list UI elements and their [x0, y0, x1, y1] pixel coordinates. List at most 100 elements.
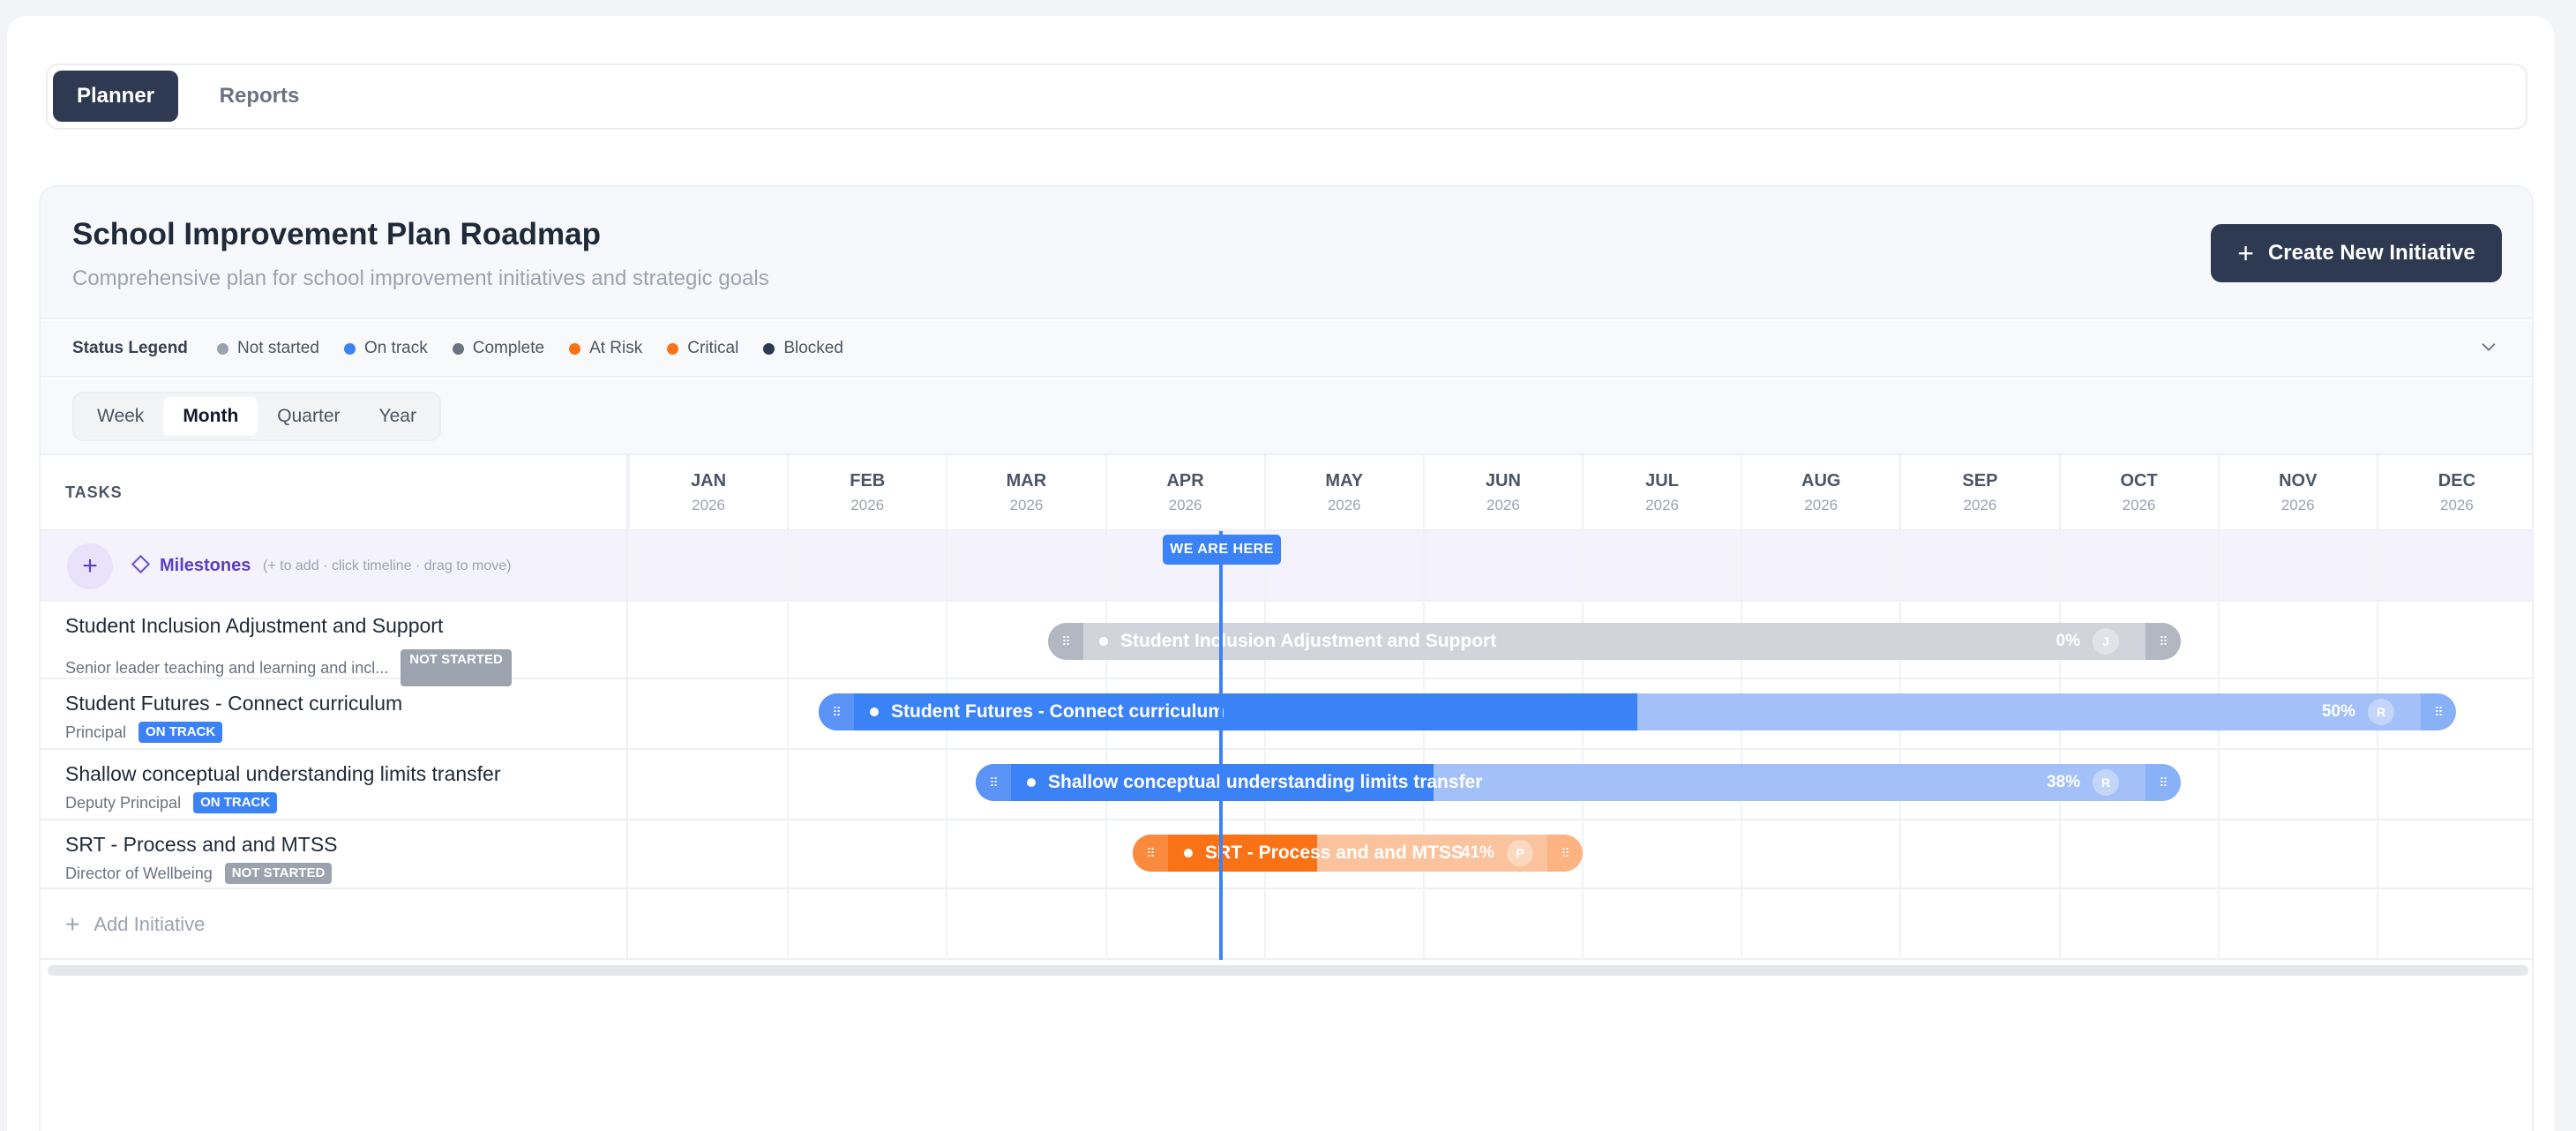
month-label: DEC [2437, 471, 2476, 491]
drag-handle-right[interactable]: ⠿ [2421, 693, 2456, 730]
bar-label: Shallow conceptual understanding limits … [1027, 772, 1482, 793]
tab-planner[interactable]: Planner [53, 71, 178, 122]
month-header: JAN 2026 FEB 2026 MAR 2026 APR 2026 MAY 2026 JUN 20… [628, 455, 2532, 531]
drag-handle-left[interactable]: ⠿ [976, 764, 1011, 801]
legend-item-on-track: On track [343, 339, 428, 358]
avatar: R [2093, 769, 2119, 796]
legend-label: Blocked [783, 339, 843, 357]
month-header-cell: JUN 2026 [1422, 455, 1582, 531]
drag-handle-right[interactable]: ⠿ [2145, 764, 2181, 801]
status-dot [763, 342, 775, 355]
year-label: 2026 [850, 497, 885, 513]
add-milestone-button[interactable]: + [67, 543, 113, 589]
avatar: J [2093, 628, 2119, 655]
drag-handle-right[interactable]: ⠿ [2145, 623, 2181, 660]
tab-bar: Planner Reports [46, 64, 2527, 130]
bar-progress: 41% P [1461, 840, 1534, 866]
month-label: JAN [691, 471, 727, 491]
month-label: FEB [850, 471, 886, 491]
zoom-quarter-button[interactable]: Quarter [258, 397, 359, 436]
zoom-month-button[interactable]: Month [163, 397, 258, 436]
bar-progress: 38% R [2047, 769, 2119, 796]
task-name: Student Futures - Connect curriculum [65, 692, 403, 715]
year-label: 2026 [692, 497, 725, 513]
year-label: 2026 [1327, 497, 1361, 513]
legend-label: Not started [237, 339, 319, 357]
month-header-cell: NOV 2026 [2217, 455, 2377, 531]
bar-progress: 50% R [2322, 699, 2394, 725]
month-gridline [1741, 531, 1743, 960]
legend-item-blocked: Blocked [763, 339, 843, 358]
status-dot [452, 342, 464, 355]
month-header-cell: SEP 2026 [1899, 455, 2058, 531]
status-badge: NOT STARTED [224, 863, 333, 884]
today-marker-line [1219, 531, 1223, 960]
drag-handle-left[interactable]: ⠿ [819, 693, 854, 730]
legend-label: Critical [687, 339, 739, 357]
add-initiative-button[interactable]: + Add Initiative [65, 910, 205, 939]
timeline-area[interactable]: ⠿ Student Inclusion Adjustment and Suppo… [628, 531, 2532, 960]
month-header-cell: DEC 2026 [2376, 455, 2532, 531]
task-name: Shallow conceptual understanding limits … [65, 762, 501, 785]
month-gridline [1899, 531, 1902, 960]
tasks-column-header: TASKS [41, 455, 628, 531]
milestones-hint: (+ to add · click timeline · drag to mov… [263, 558, 512, 573]
month-label: NOV [2279, 471, 2318, 491]
month-gridline [1582, 531, 1584, 960]
month-label: AUG [1801, 471, 1841, 491]
chevron-down-icon[interactable] [2479, 337, 2498, 356]
task-owner: Director of Wellbeing [65, 864, 213, 882]
legend-item-critical: Critical [667, 339, 738, 358]
page-title: School Improvement Plan Roadmap [72, 217, 601, 251]
zoom-week-button[interactable]: Week [78, 397, 163, 436]
create-initiative-button[interactable]: + Create New Initiative [2211, 224, 2502, 282]
add-initiative-label: Add Initiative [94, 913, 206, 935]
year-label: 2026 [2122, 497, 2156, 513]
page-subtitle: Comprehensive plan for school improvemen… [72, 266, 769, 290]
task-meta: Principal ON TRACK [65, 722, 223, 743]
month-gridline [2376, 531, 2378, 960]
milestones-label: Milestones [160, 556, 251, 575]
legend-items: Not started On track Complete At Risk Cr… [217, 339, 843, 358]
horizontal-scrollbar[interactable] [48, 965, 2528, 976]
roadmap-header: School Improvement Plan Roadmap Comprehe… [41, 187, 2532, 319]
month-gridline [1422, 531, 1425, 960]
month-gridline [946, 531, 948, 960]
status-dot [217, 342, 228, 355]
legend-item-at-risk: At Risk [569, 339, 642, 358]
bar-label: SRT - Process and and MTSS [1184, 843, 1464, 864]
month-header-cell: JUL 2026 [1582, 455, 1741, 531]
task-bar[interactable]: ⠿ Student Futures - Connect curriculum 5… [819, 693, 2456, 730]
year-label: 2026 [1486, 497, 1520, 513]
tab-reports[interactable]: Reports [202, 71, 317, 122]
month-header-cell: FEB 2026 [787, 455, 946, 531]
month-label: APR [1166, 471, 1204, 491]
drag-handle-right[interactable]: ⠿ [1547, 835, 1583, 872]
legend-label: At Risk [589, 339, 643, 357]
month-gridline [1263, 531, 1266, 960]
month-header-cell: MAY 2026 [1263, 455, 1423, 531]
month-header-cell: AUG 2026 [1741, 455, 1899, 531]
year-label: 2026 [2439, 497, 2474, 513]
month-label: JUN [1485, 471, 1521, 491]
drag-handle-left[interactable]: ⠿ [1048, 623, 1083, 660]
month-header-cell: APR 2026 [1105, 455, 1264, 531]
legend-item-complete: Complete [452, 339, 545, 358]
task-meta: Director of Wellbeing NOT STARTED [65, 863, 333, 884]
tasks-header-label: TASKS [65, 483, 123, 501]
roadmap-card: School Improvement Plan Roadmap Comprehe… [39, 185, 2534, 1131]
plus-icon: + [2237, 237, 2254, 269]
year-label: 2026 [2280, 497, 2315, 513]
task-bar[interactable]: ⠿ Student Inclusion Adjustment and Suppo… [1048, 623, 2181, 660]
month-label: OCT [2120, 471, 2158, 491]
task-bar[interactable]: ⠿ Shallow conceptual understanding limit… [976, 764, 2181, 801]
legend-label: Complete [472, 339, 545, 357]
legend-label: On track [363, 339, 428, 357]
task-bar[interactable]: ⠿ SRT - Process and and MTSS 41% P ⠿ [1133, 835, 1583, 872]
drag-handle-left[interactable]: ⠿ [1133, 835, 1168, 872]
avatar: P [1507, 840, 1534, 866]
gantt-grid: TASKS JAN 2026 FEB 2026 MAR 2026 APR 2026 MAY 202… [41, 455, 2532, 960]
bar-progress: 0% J [2056, 628, 2119, 655]
zoom-year-button[interactable]: Year [360, 397, 436, 436]
app-window: Planner Reports School Improvement Plan … [7, 16, 2554, 1131]
